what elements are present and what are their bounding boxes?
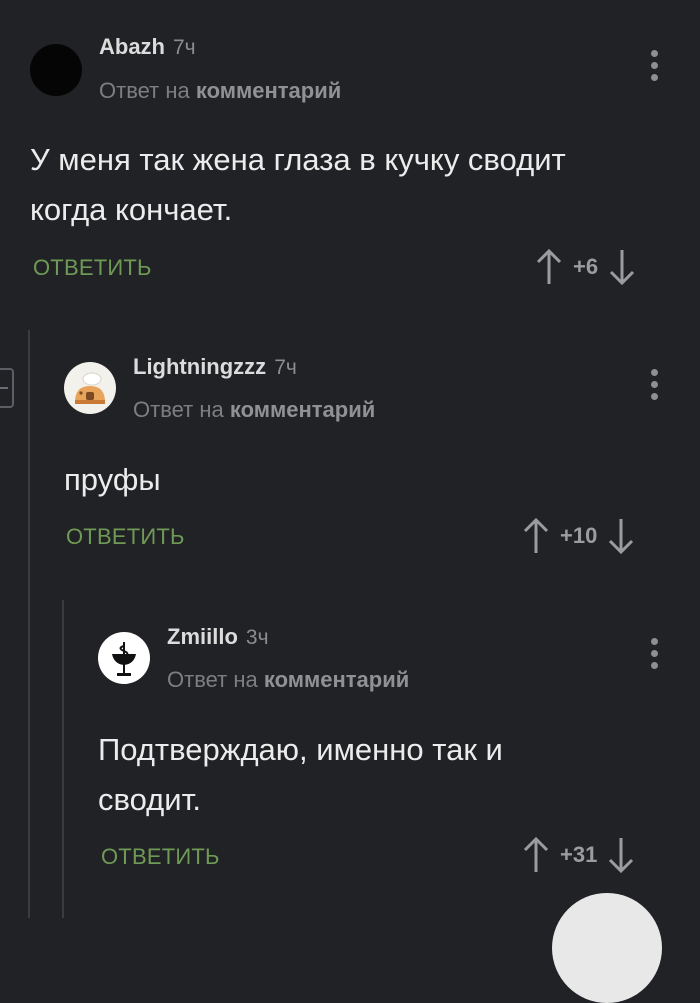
arrow-up-icon[interactable] bbox=[522, 517, 550, 555]
vote-score: +6 bbox=[573, 254, 599, 279]
reply-to-link[interactable]: комментарий bbox=[230, 397, 375, 422]
reply-to-prefix: Ответ на bbox=[99, 78, 190, 103]
more-vertical-icon[interactable] bbox=[649, 50, 659, 84]
comment-time: 3ч bbox=[245, 626, 269, 649]
arrow-up-icon[interactable] bbox=[522, 836, 550, 874]
avatar[interactable] bbox=[64, 362, 116, 414]
reply-to-line: Ответ на комментарий bbox=[133, 397, 375, 423]
oven-chef-icon bbox=[75, 372, 105, 404]
collapse-thread-button[interactable] bbox=[0, 368, 14, 408]
avatar[interactable] bbox=[98, 632, 150, 684]
arrow-down-icon[interactable] bbox=[608, 248, 636, 286]
reply-to-prefix: Ответ на bbox=[167, 667, 258, 692]
username[interactable]: Zmiillo 3ч bbox=[167, 624, 269, 650]
avatar[interactable] bbox=[30, 44, 82, 96]
username-text[interactable]: Zmiillo bbox=[167, 624, 238, 649]
reply-button[interactable]: ОТВЕТИТЬ bbox=[66, 524, 185, 550]
vote-controls: +10 bbox=[522, 517, 635, 555]
username[interactable]: Lightningzzz 7ч bbox=[133, 354, 297, 380]
username-text[interactable]: Lightningzzz bbox=[133, 354, 266, 379]
arrow-up-icon[interactable] bbox=[535, 248, 563, 286]
reply-to-line: Ответ на комментарий bbox=[99, 78, 341, 104]
comment-text: Подтверждаю, именно так и сводит. bbox=[98, 732, 503, 817]
reply-to-line: Ответ на комментарий bbox=[167, 667, 409, 693]
comment-time: 7ч bbox=[173, 36, 196, 59]
username-text[interactable]: Abazh bbox=[99, 34, 165, 59]
comment-text: У меня так жена глаза в кучку сводит ког… bbox=[30, 142, 566, 227]
reply-to-prefix: Ответ на bbox=[133, 397, 224, 422]
reply-button[interactable]: ОТВЕТИТЬ bbox=[33, 255, 152, 281]
vote-score: +10 bbox=[560, 523, 598, 548]
more-vertical-icon[interactable] bbox=[649, 638, 659, 672]
reply-to-link[interactable]: комментарий bbox=[264, 667, 409, 692]
bowl-of-hygieia-icon bbox=[112, 642, 136, 676]
vote-score: +31 bbox=[560, 842, 598, 867]
reply-button[interactable]: ОТВЕТИТЬ bbox=[101, 844, 220, 870]
comment-time: 7ч bbox=[274, 356, 297, 379]
floating-action-button[interactable] bbox=[552, 893, 662, 1003]
comment-text: пруфы bbox=[64, 462, 161, 497]
arrow-down-icon[interactable] bbox=[607, 517, 635, 555]
vote-controls: +6 bbox=[535, 248, 636, 286]
thread-line-level-1 bbox=[28, 330, 30, 918]
reply-to-link[interactable]: комментарий bbox=[196, 78, 341, 103]
more-vertical-icon[interactable] bbox=[649, 369, 659, 403]
vote-controls: +31 bbox=[522, 836, 635, 874]
arrow-down-icon[interactable] bbox=[607, 836, 635, 874]
thread-line-level-2 bbox=[62, 600, 64, 918]
username[interactable]: Abazh 7ч bbox=[99, 34, 196, 60]
